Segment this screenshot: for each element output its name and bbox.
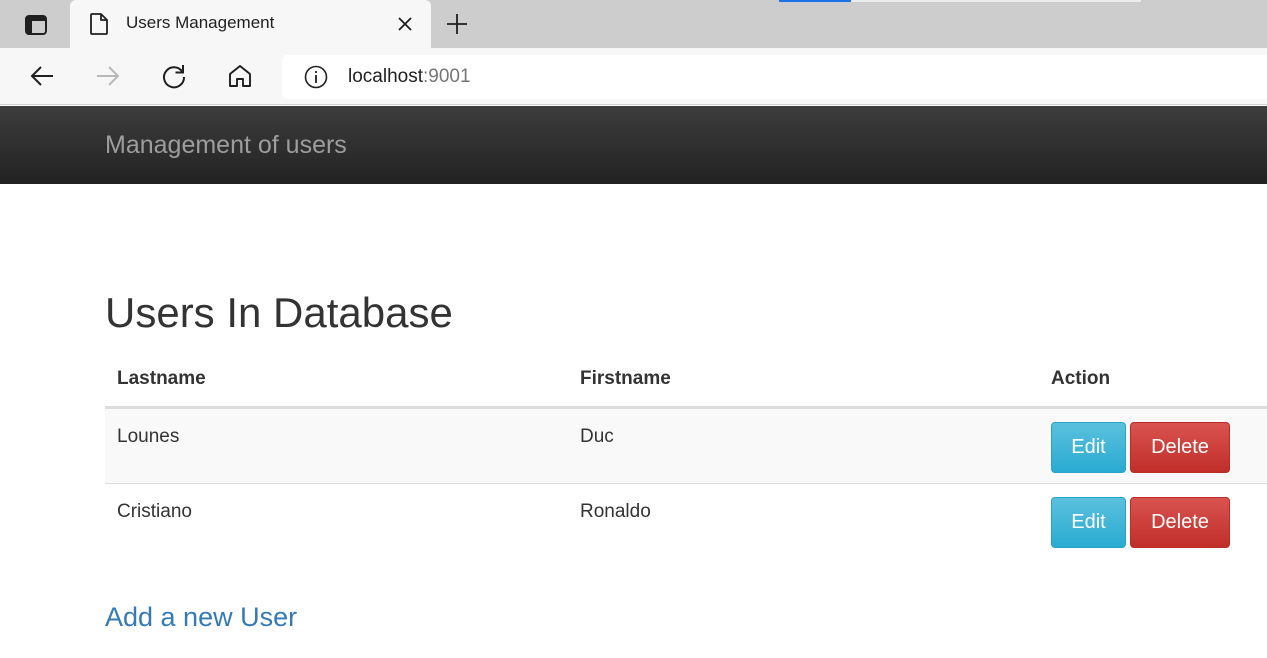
forward-button[interactable] bbox=[92, 60, 124, 92]
cell-firstname: Ronaldo bbox=[580, 500, 651, 522]
plus-icon bbox=[447, 14, 467, 34]
tab-actions-button[interactable] bbox=[14, 10, 58, 40]
table-header-row: Lastname Firstname Action bbox=[105, 352, 1267, 409]
refresh-icon bbox=[163, 65, 186, 89]
table-row: Lounes Duc Edit Delete bbox=[105, 407, 1267, 484]
browser-tab-strip: Users Management bbox=[0, 0, 1267, 48]
tab-close-button[interactable] bbox=[394, 13, 416, 35]
add-user-link[interactable]: Add a new User bbox=[105, 602, 297, 633]
users-table: Lastname Firstname Action Lounes Duc Edi… bbox=[105, 352, 1267, 559]
tab-strip-indicator bbox=[779, 0, 851, 2]
new-tab-button[interactable] bbox=[441, 9, 473, 39]
cell-lastname: Cristiano bbox=[117, 500, 192, 522]
delete-button[interactable]: Delete bbox=[1130, 496, 1230, 548]
refresh-button[interactable] bbox=[158, 60, 190, 92]
navbar-brand[interactable]: Management of users bbox=[105, 131, 347, 160]
address-url[interactable]: localhost:9001 bbox=[348, 66, 471, 88]
tab-actions-icon bbox=[25, 15, 47, 35]
delete-button[interactable]: Delete bbox=[1130, 421, 1230, 473]
forward-arrow-icon bbox=[97, 66, 120, 86]
edit-button[interactable]: Edit bbox=[1051, 421, 1126, 473]
cell-action: Edit Delete bbox=[1039, 483, 1267, 559]
browser-toolbar: localhost:9001 bbox=[0, 48, 1267, 105]
header-firstname: Firstname bbox=[568, 352, 1039, 409]
cell-firstname: Duc bbox=[568, 407, 1039, 484]
close-icon bbox=[398, 17, 412, 31]
browser-tab-active[interactable]: Users Management bbox=[70, 0, 431, 48]
page-icon bbox=[90, 13, 108, 35]
back-button[interactable] bbox=[26, 60, 58, 92]
address-bar[interactable]: localhost:9001 bbox=[282, 55, 1267, 99]
app-navbar: Management of users bbox=[0, 106, 1267, 184]
home-icon bbox=[229, 65, 251, 87]
tab-strip-divider bbox=[851, 0, 1141, 2]
url-host: localhost bbox=[348, 66, 423, 87]
cell-lastname: Lounes bbox=[105, 407, 568, 484]
info-icon[interactable] bbox=[304, 65, 328, 89]
cell-action: Edit Delete bbox=[1039, 407, 1267, 484]
edit-button[interactable]: Edit bbox=[1051, 496, 1126, 548]
home-button[interactable] bbox=[224, 60, 256, 92]
back-arrow-icon bbox=[30, 66, 53, 86]
header-lastname: Lastname bbox=[105, 352, 568, 409]
header-action: Action bbox=[1039, 352, 1267, 409]
table-row: Cristiano Ronaldo Edit Delete bbox=[105, 483, 1267, 559]
url-port: :9001 bbox=[423, 66, 471, 87]
tab-title: Users Management bbox=[126, 13, 275, 32]
page-title: Users In Database bbox=[105, 289, 453, 336]
